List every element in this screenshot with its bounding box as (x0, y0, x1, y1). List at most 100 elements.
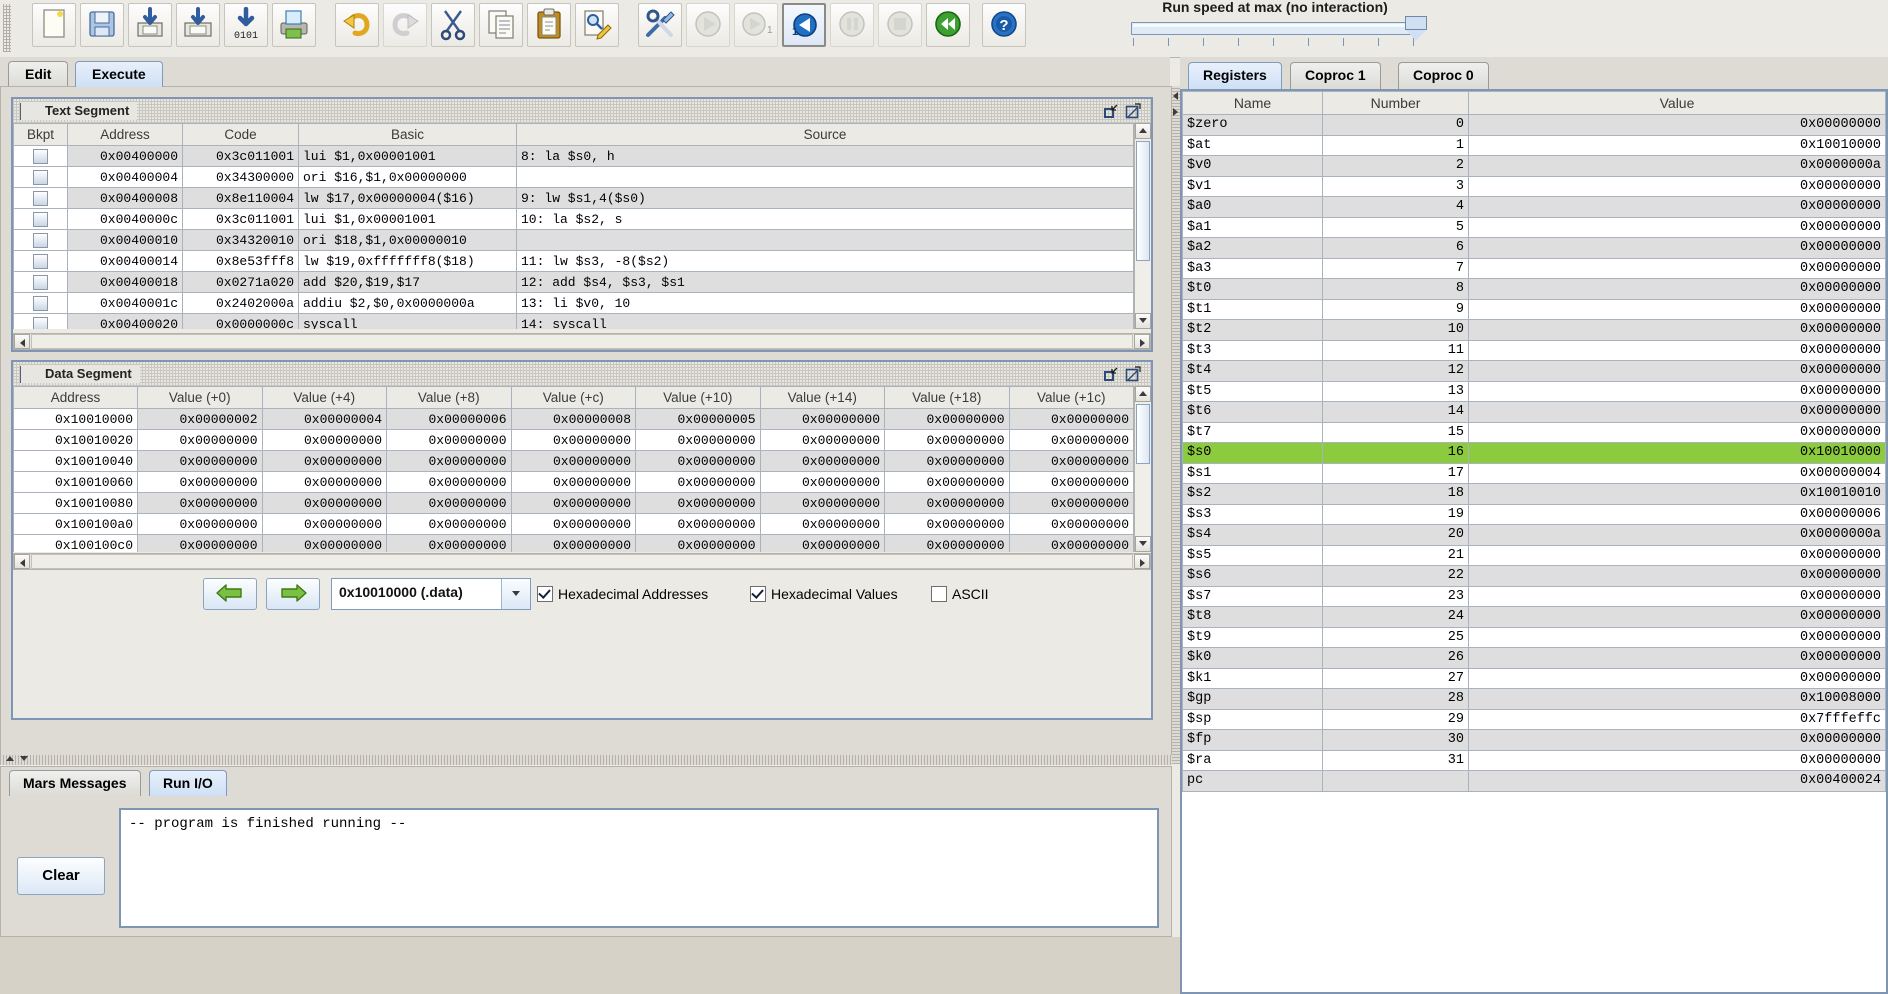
text-segment-column-header[interactable]: Code (182, 123, 299, 146)
table-row[interactable]: $a2 6 0x00000000 (1182, 237, 1886, 259)
tab-run-io[interactable]: Run I/O (149, 770, 227, 796)
memory-value[interactable]: 0x00000000 (635, 513, 761, 535)
table-row[interactable]: $s7 23 0x00000000 (1182, 585, 1886, 607)
table-row[interactable]: 0x10010000 0x00000002 0x00000004 0x00000006… (13, 408, 1134, 430)
table-row[interactable]: $t2 10 0x00000000 (1182, 319, 1886, 341)
text-segment-table[interactable]: Bkpt Address Code Basic Source 0x00400000 0x3… (13, 123, 1134, 329)
breakpoint-checkbox[interactable] (13, 313, 68, 329)
table-row[interactable]: 0x10010040 0x00000000 0x00000000 0x00000000… (13, 450, 1134, 472)
data-segment-column-header[interactable]: Value (+14) (759, 386, 885, 409)
table-row[interactable]: $s1 17 0x00000004 (1182, 462, 1886, 484)
memory-value[interactable]: 0x00000000 (261, 513, 387, 535)
scroll-right-icon[interactable] (1134, 334, 1150, 349)
memory-value[interactable]: 0x00000000 (1008, 534, 1134, 552)
table-row[interactable]: 0x00400010 0x34320010 ori $18,$1,0x0000001… (13, 229, 1134, 251)
save-button[interactable] (128, 3, 172, 47)
memory-value[interactable]: 0x00000000 (137, 450, 263, 472)
help-button[interactable]: ? (982, 3, 1026, 47)
text-segment-vertical-scrollbar[interactable] (1134, 123, 1151, 329)
table-row[interactable]: $t5 13 0x00000000 (1182, 380, 1886, 402)
text-segment-column-header[interactable]: Address (67, 123, 183, 146)
data-segment-table[interactable]: Address Value (+0) Value (+4) Value (+8) Val… (13, 386, 1134, 552)
find-replace-button[interactable] (575, 3, 619, 47)
table-row[interactable]: $fp 30 0x00000000 (1182, 729, 1886, 751)
scroll-down-icon[interactable] (1135, 313, 1151, 329)
memory-value[interactable]: 0x00000000 (635, 492, 761, 514)
memory-value[interactable]: 0x00000000 (884, 492, 1010, 514)
paste-button[interactable] (527, 3, 571, 47)
table-row[interactable]: 0x100100c0 0x00000000 0x00000000 0x00000000… (13, 534, 1134, 552)
table-row[interactable]: $zero 0 0x00000000 (1182, 114, 1886, 136)
text-segment-horizontal-scrollbar[interactable] (13, 333, 1151, 350)
memory-value[interactable]: 0x00000000 (261, 534, 387, 552)
registers-column-header[interactable]: Number (1322, 91, 1469, 115)
dump-memory-button[interactable]: 0101 (224, 3, 268, 47)
table-row[interactable]: $a0 4 0x00000000 (1182, 196, 1886, 218)
table-row[interactable]: 0x10010020 0x00000000 0x00000000 0x00000000… (13, 429, 1134, 451)
memory-value[interactable]: 0x00000000 (510, 492, 636, 514)
new-file-button[interactable] (32, 3, 76, 47)
scroll-up-icon[interactable] (1135, 123, 1151, 139)
memory-value[interactable]: 0x00000005 (635, 408, 761, 430)
toolbar-drag-handle[interactable] (3, 4, 11, 52)
memory-value[interactable]: 0x00000000 (1008, 471, 1134, 493)
tab-coproc-0[interactable]: Coproc 0 (1398, 62, 1489, 89)
table-row[interactable]: $v1 3 0x00000000 (1182, 175, 1886, 197)
memory-value[interactable]: 0x00000000 (261, 429, 387, 451)
table-row[interactable]: 0x0040001c 0x2402000a addiu $2,$0,0x000000… (13, 292, 1134, 314)
memory-value[interactable]: 0x00000000 (759, 471, 885, 493)
copy-button[interactable] (479, 3, 523, 47)
data-segment-column-header[interactable]: Value (+8) (386, 386, 512, 409)
chevron-down-icon[interactable] (501, 579, 530, 609)
memory-value[interactable]: 0x00000000 (510, 450, 636, 472)
vertical-splitter[interactable] (1172, 86, 1180, 764)
scroll-thumb[interactable] (1136, 404, 1150, 464)
memory-value[interactable]: 0x00000000 (1008, 492, 1134, 514)
memory-value[interactable]: 0x00000000 (884, 471, 1010, 493)
tab-coproc-1[interactable]: Coproc 1 (1290, 62, 1381, 89)
hexadecimal-values-checkbox[interactable]: Hexadecimal Values (750, 586, 898, 602)
table-row[interactable]: 0x0040000c 0x3c011001 lui $1,0x00001001 10:… (13, 208, 1134, 230)
table-row[interactable]: $s6 22 0x00000000 (1182, 565, 1886, 587)
table-row[interactable]: $t0 8 0x00000000 (1182, 278, 1886, 300)
table-row[interactable]: $t8 24 0x00000000 (1182, 606, 1886, 628)
table-row[interactable]: $s2 18 0x10010010 (1182, 483, 1886, 505)
table-row[interactable]: $gp 28 0x10008000 (1182, 688, 1886, 710)
table-row[interactable]: 0x00400004 0x34300000 ori $16,$1,0x0000000… (13, 166, 1134, 188)
breakpoint-checkbox[interactable] (13, 208, 68, 230)
memory-value[interactable]: 0x00000000 (759, 450, 885, 472)
horizontal-splitter[interactable] (0, 755, 1172, 765)
memory-value[interactable]: 0x00000000 (759, 513, 885, 535)
memory-value[interactable]: 0x00000000 (510, 471, 636, 493)
scroll-left-icon[interactable] (14, 554, 30, 569)
data-segment-maximize-button[interactable] (1125, 366, 1141, 382)
data-segment-column-header[interactable]: Value (+0) (137, 386, 263, 409)
table-row[interactable]: 0x100100a0 0x00000000 0x00000000 0x00000000… (13, 513, 1134, 535)
data-segment-column-header[interactable]: Value (+c) (510, 386, 636, 409)
memory-value[interactable]: 0x00000000 (386, 513, 512, 535)
run-speed-slider-track[interactable] (1131, 22, 1417, 35)
breakpoint-checkbox[interactable] (13, 292, 68, 314)
data-segment-restore-button[interactable] (1103, 366, 1119, 382)
memory-value[interactable]: 0x00000000 (759, 408, 885, 430)
memory-value[interactable]: 0x00000000 (510, 513, 636, 535)
memory-value[interactable]: 0x00000000 (884, 408, 1010, 430)
table-row[interactable]: $v0 2 0x0000000a (1182, 155, 1886, 177)
memory-value[interactable]: 0x00000008 (510, 408, 636, 430)
run-io-console[interactable]: -- program is finished running -- (119, 808, 1159, 928)
table-row[interactable]: 0x00400008 0x8e110004 lw $17,0x00000004($1… (13, 187, 1134, 209)
memory-value[interactable]: 0x00000000 (635, 429, 761, 451)
hexadecimal-addresses-checkbox[interactable]: Hexadecimal Addresses (537, 586, 708, 602)
clear-button[interactable]: Clear (17, 857, 105, 895)
text-segment-column-header[interactable]: Source (516, 123, 1134, 146)
memory-value[interactable]: 0x00000000 (759, 429, 885, 451)
table-row[interactable]: $ra 31 0x00000000 (1182, 749, 1886, 771)
open-file-button[interactable] (80, 3, 124, 47)
text-segment-column-header[interactable]: Basic (298, 123, 517, 146)
table-row[interactable]: $s4 20 0x0000000a (1182, 524, 1886, 546)
table-row[interactable]: $t1 9 0x00000000 (1182, 298, 1886, 320)
memory-value[interactable]: 0x00000000 (884, 450, 1010, 472)
table-row[interactable]: $s3 19 0x00000006 (1182, 503, 1886, 525)
next-memory-page-button[interactable] (266, 578, 320, 610)
scroll-left-icon[interactable] (14, 334, 30, 349)
